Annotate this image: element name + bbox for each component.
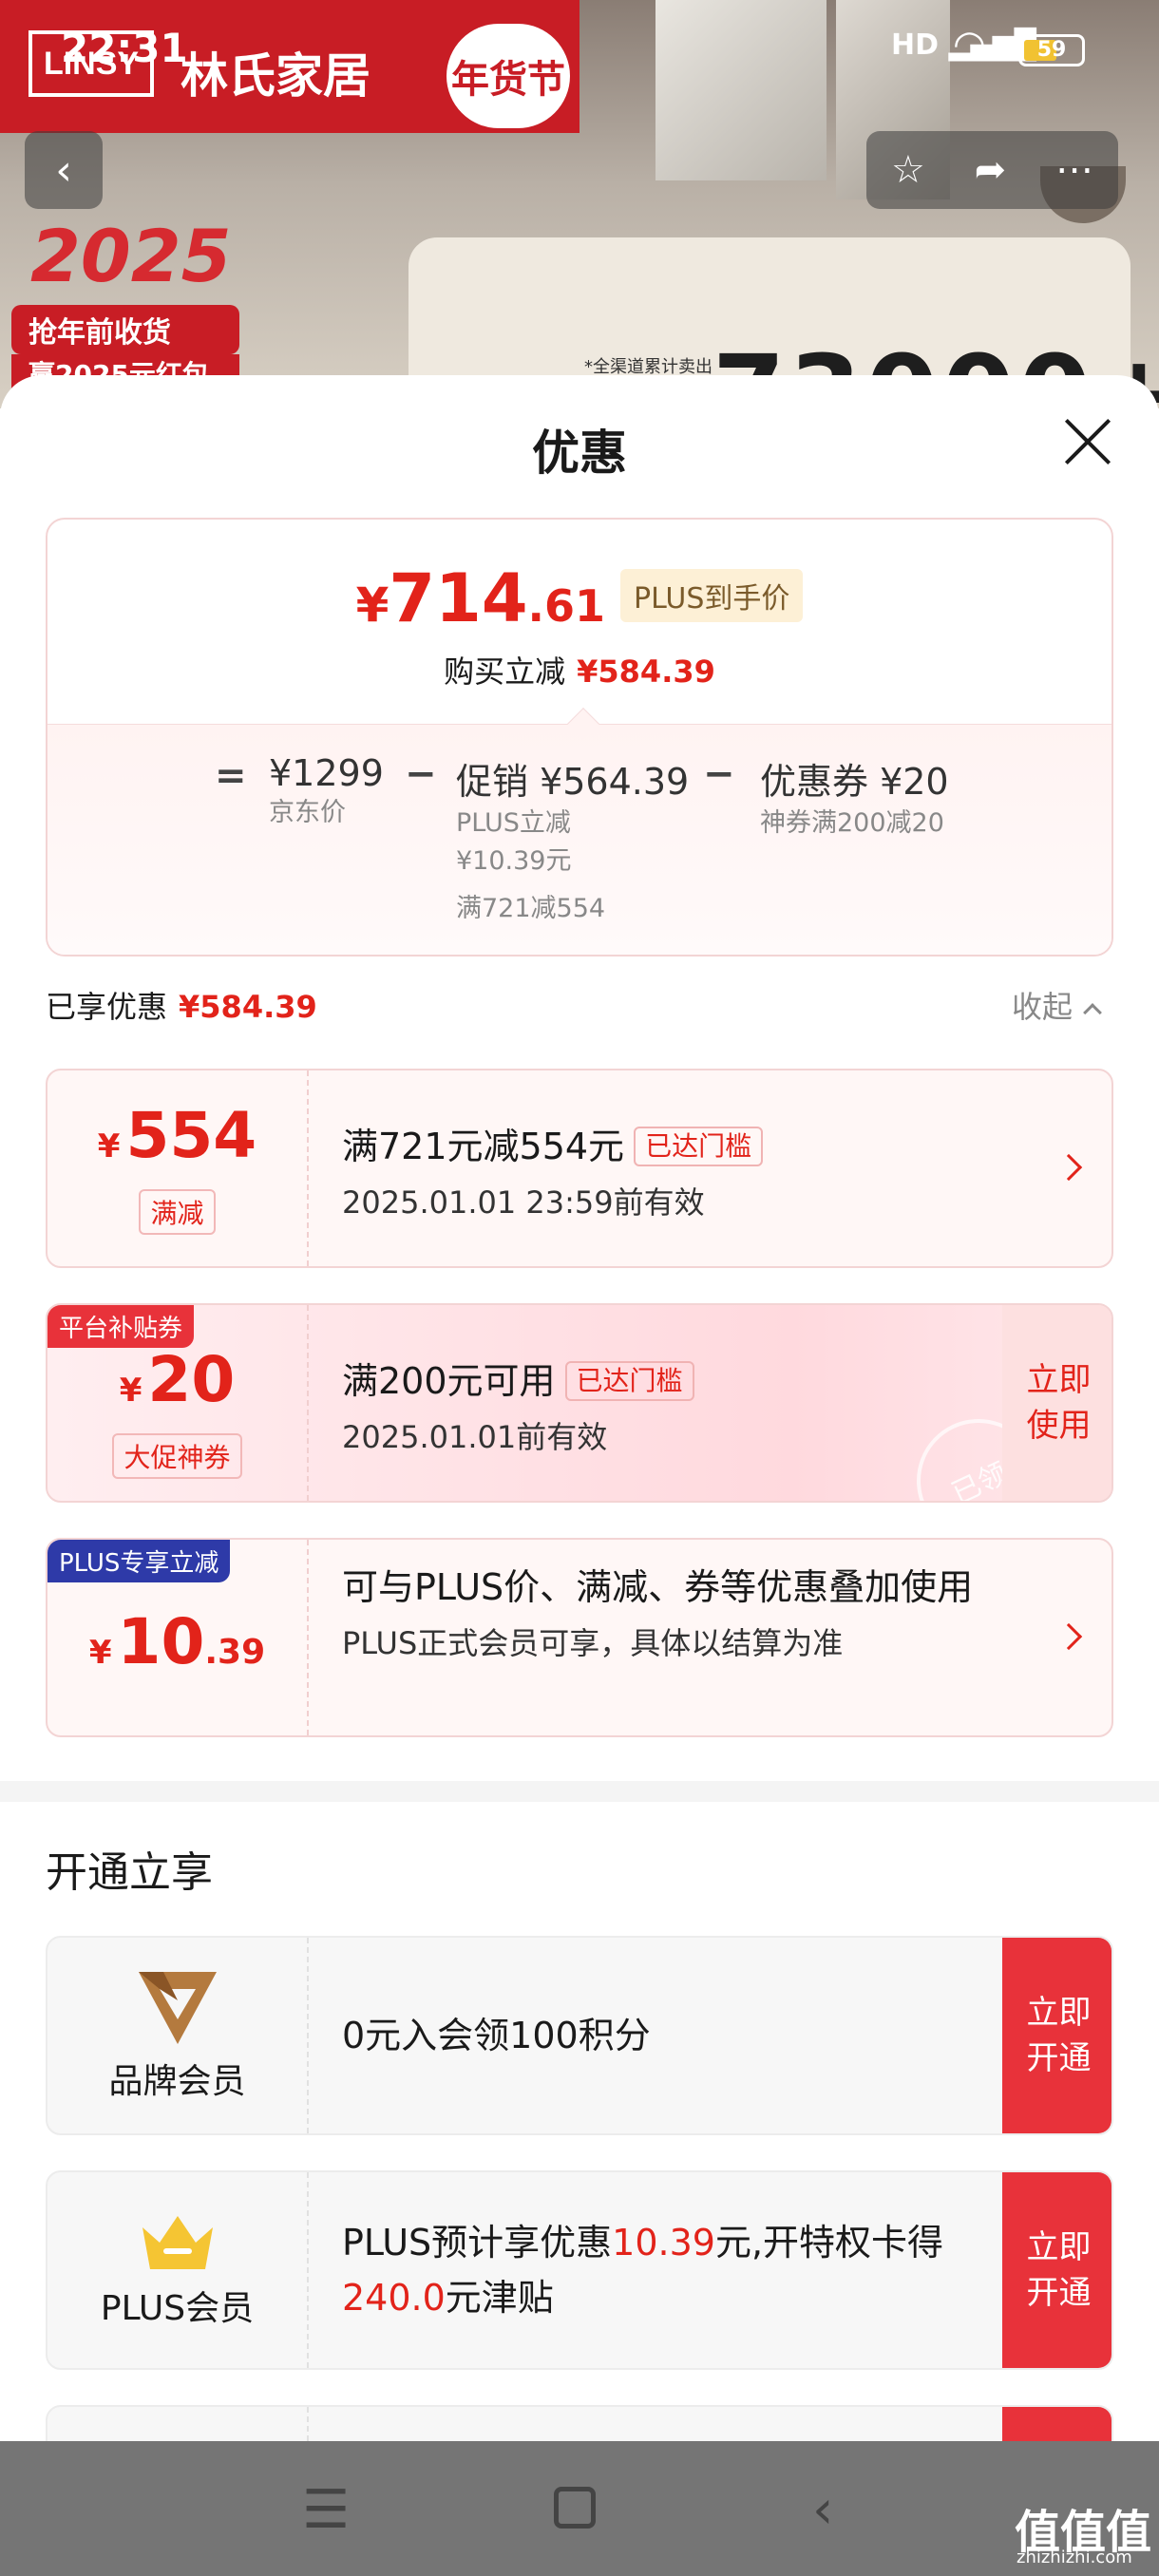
- card-title: 可与PLUS价、满减、券等优惠叠加使用: [342, 1566, 974, 1608]
- plus-price-tag: PLUS到手价: [620, 569, 804, 622]
- star-icon[interactable]: ☆: [891, 148, 925, 192]
- threshold-badge: 已达门槛: [634, 1127, 764, 1166]
- system-nav-bar: ☰ ‹: [0, 2441, 1159, 2576]
- promo-price: 促销 ¥564.39: [456, 761, 690, 803]
- coupon-sub: 神券满200减20: [760, 808, 944, 838]
- chevron-right-icon: [1054, 1153, 1083, 1182]
- wifi-icon: ◠: [953, 23, 986, 66]
- enjoyed-label: 已享优惠: [46, 989, 168, 1025]
- minus-sign-2: −: [703, 752, 735, 796]
- threshold-badge: 已达门槛: [564, 1361, 694, 1401]
- promo-sub3: 满721减554: [456, 894, 606, 923]
- next-member-card: [46, 2405, 1113, 2441]
- card-body: 满200元可用 已达门槛 2025.01.01前有效: [342, 1354, 998, 1457]
- member-label: PLUS会员: [100, 2289, 255, 2328]
- reduce-label: 购买立减: [444, 653, 566, 690]
- jd-price-label: 京东价: [269, 798, 346, 827]
- final-price: ¥714.61: [355, 559, 606, 637]
- jd-price: ¥1299: [269, 752, 384, 794]
- promo-sub1: PLUS立减: [456, 808, 571, 838]
- enjoyed-discount: 已享优惠 ¥584.39: [46, 983, 317, 1027]
- status-time: 22:31: [61, 25, 188, 71]
- coupon-block: 优惠券 ¥20 神券满200减20: [760, 752, 949, 843]
- back-nav-icon[interactable]: ‹: [812, 2479, 833, 2541]
- battery-level: 59: [1036, 38, 1067, 62]
- brand-member-v-icon: [138, 1972, 217, 2044]
- coupon-price: 优惠券 ¥20: [760, 761, 949, 803]
- member-icon-area: [48, 2407, 309, 2441]
- card-type-tag: 大促神券: [112, 1432, 242, 1479]
- promo-sub2: ¥10.39元: [456, 846, 572, 876]
- card-validity: 2025.01.01前有效: [342, 1419, 608, 1455]
- member-benefit: PLUS预计享优惠10.39元,开特权卡得240.0元津贴: [342, 2222, 944, 2319]
- open-now-button-partial[interactable]: [1002, 2407, 1112, 2441]
- card-amount: ¥20: [119, 1342, 236, 1416]
- enjoyed-value: ¥584.39: [179, 989, 317, 1025]
- member-label: 品牌会员: [108, 2062, 246, 2101]
- card-amount-area: ¥554 满减: [48, 1070, 309, 1266]
- card-title: 满721元减554元 已达门槛: [342, 1120, 998, 1173]
- chevron-left-icon: ‹: [55, 145, 72, 195]
- more-icon[interactable]: ⋯: [1055, 148, 1093, 192]
- final-price-line: ¥714.61 PLUS到手价: [48, 559, 1112, 637]
- card-note: PLUS正式会员可享，具体以结算为准: [342, 1625, 844, 1661]
- jd-price-block: ¥1299 京东价: [269, 752, 384, 832]
- card-amount: ¥10.39: [88, 1604, 266, 1678]
- promo-year: 2025: [30, 214, 232, 298]
- member-icon-area: PLUS会员: [48, 2172, 309, 2368]
- collapse-label: 收起: [1012, 989, 1074, 1025]
- card-validity: 2025.01.01 23:59前有效: [342, 1184, 705, 1221]
- chevron-right-icon: [1054, 1622, 1083, 1651]
- open-section-title: 开通立享: [46, 1848, 213, 1897]
- plus-member-card: PLUS会员 PLUS预计享优惠10.39元,开特权卡得240.0元津贴 立即开…: [46, 2170, 1113, 2370]
- equals-sign: =: [215, 754, 247, 798]
- back-button[interactable]: ‹: [25, 131, 103, 209]
- close-icon[interactable]: [1059, 413, 1116, 470]
- promo-box: 2025 抢年前收货 赢2025元红包: [11, 214, 258, 392]
- card-body: 满721元减554元 已达门槛 2025.01.01 23:59前有效: [342, 1120, 998, 1222]
- promo-block: 促销 ¥564.39 PLUS立减 ¥10.39元 满721减554: [456, 752, 689, 928]
- menu-icon[interactable]: ☰: [302, 2479, 350, 2541]
- home-icon[interactable]: [554, 2487, 596, 2529]
- price-summary: ¥714.61 PLUS到手价 购买立减 ¥584.39 = ¥1299 京东价 …: [46, 518, 1113, 957]
- card-title: 满200元可用 已达门槛: [342, 1354, 998, 1408]
- member-icon-area: 品牌会员: [48, 1938, 309, 2133]
- card-type-tag: 满减: [139, 1188, 216, 1235]
- open-now-button[interactable]: 立即开通: [1002, 1938, 1112, 2133]
- watermark-url: zhizhizhi.com: [1016, 2548, 1132, 2567]
- promo-line1: 抢年前收货: [11, 305, 239, 354]
- reduce-line: 购买立减 ¥584.39: [48, 648, 1112, 691]
- status-bar: 22:31 HD ▂▄▆█ ◠ 59: [0, 0, 1159, 104]
- chevron-up-icon: [1083, 1003, 1102, 1022]
- battery-icon: 59: [1018, 34, 1085, 66]
- use-now-button[interactable]: 立即使用: [1002, 1305, 1112, 1501]
- reduce-value: ¥584.39: [577, 653, 715, 690]
- brand-member-card: 品牌会员 0元入会领100积分 立即开通: [46, 1936, 1113, 2135]
- card-body: 可与PLUS价、满减、券等优惠叠加使用 PLUS正式会员可享，具体以结算为准: [342, 1561, 998, 1663]
- section-divider: [0, 1781, 1159, 1802]
- sheet-title: 优惠: [532, 426, 627, 481]
- collapse-toggle[interactable]: 收起: [1012, 983, 1102, 1027]
- network-label: HD: [891, 28, 940, 62]
- discount-sheet: 优惠 ¥714.61 PLUS到手价 购买立减 ¥584.39 = ¥1299 京…: [0, 375, 1159, 2441]
- full-reduction-card[interactable]: ¥554 满减 满721元减554元 已达门槛 2025.01.01 23:59前…: [46, 1069, 1113, 1268]
- crown-icon: [142, 2216, 213, 2269]
- minus-sign-1: −: [405, 752, 437, 796]
- card-amount: ¥554: [97, 1098, 257, 1172]
- member-benefit: 0元入会领100积分: [342, 2015, 651, 2056]
- plus-discount-card[interactable]: PLUS专享立减 ¥10.39 可与PLUS价、满减、券等优惠叠加使用 PLUS…: [46, 1538, 1113, 1737]
- card-amount-area: ¥10.39: [48, 1540, 309, 1735]
- platform-coupon-card: 平台补贴券 ¥20 大促神券 满200元可用 已达门槛 2025.01.01前有效…: [46, 1303, 1113, 1503]
- open-now-button[interactable]: 立即开通: [1002, 2172, 1112, 2368]
- top-action-group: ☆ ➦ ⋯: [866, 131, 1118, 209]
- share-icon[interactable]: ➦: [975, 148, 1007, 192]
- card-amount-area: ¥20 大促神券: [48, 1305, 309, 1501]
